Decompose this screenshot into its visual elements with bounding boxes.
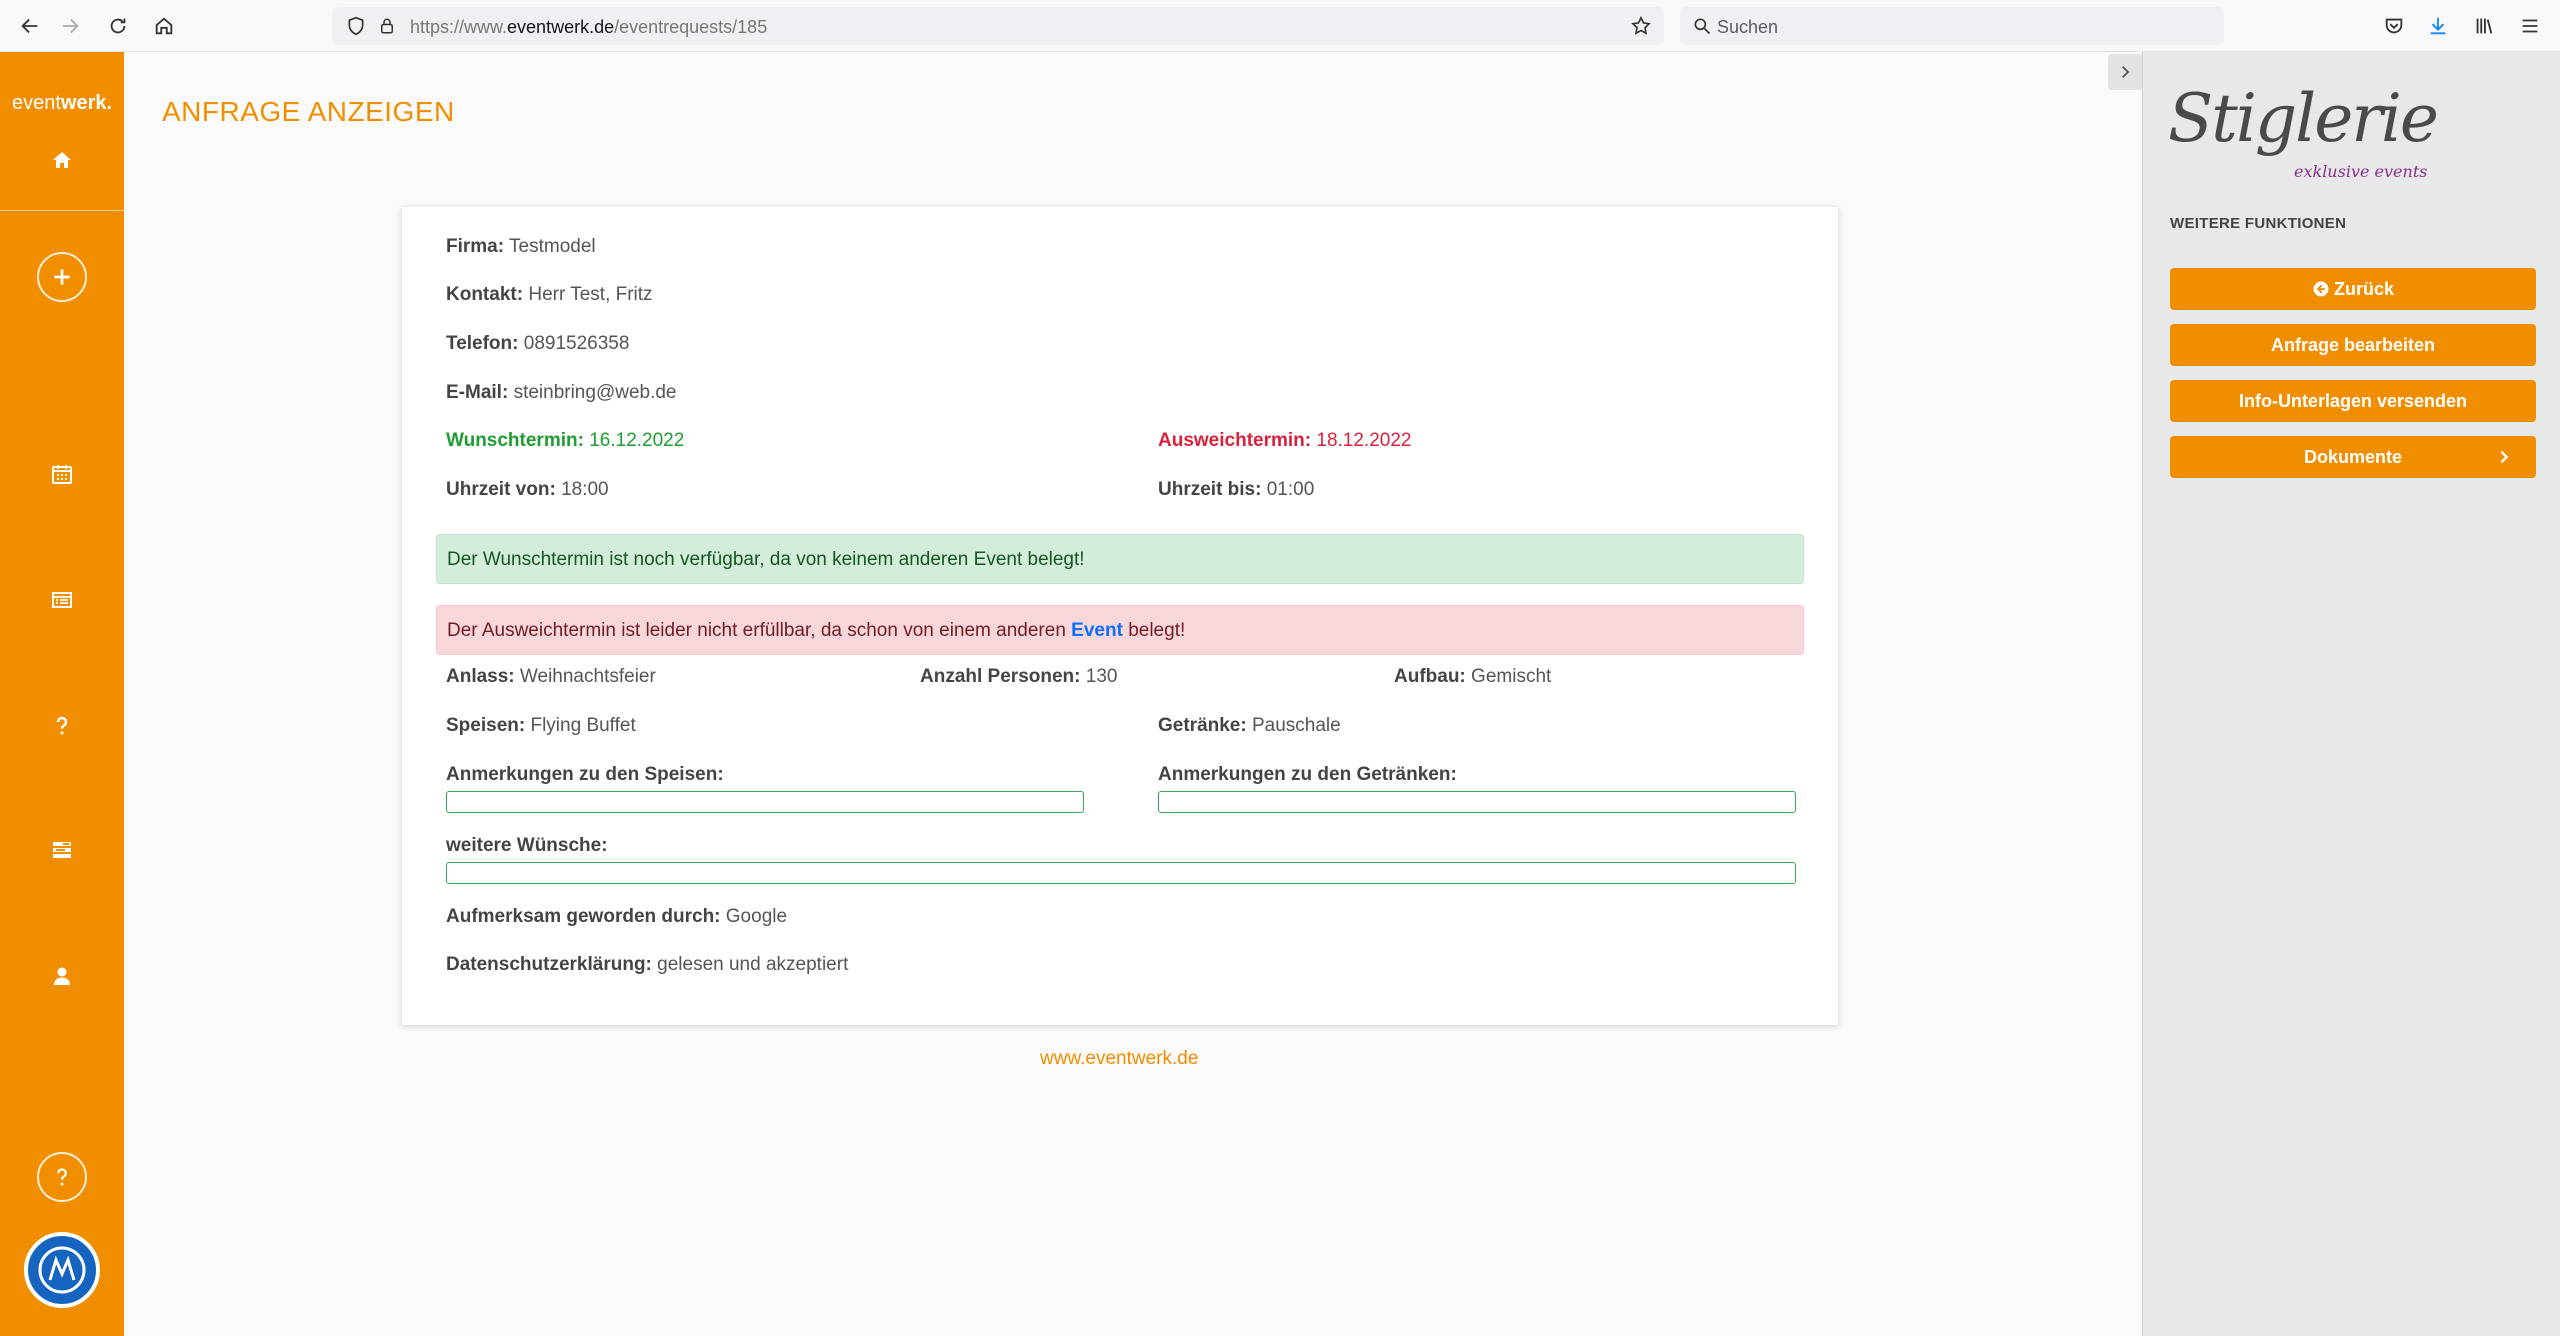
logo-subtitle: exklusive events <box>2294 162 2428 181</box>
field-aufbau: Aufbau: Gemischt <box>1394 666 1552 687</box>
back-button[interactable]: Zurück <box>2170 268 2536 310</box>
forward-arrow-icon[interactable] <box>56 12 84 40</box>
user-icon[interactable] <box>40 954 84 998</box>
back-arrow-icon[interactable] <box>16 12 44 40</box>
list-icon[interactable] <box>40 578 84 622</box>
search-icon <box>1694 18 1711 35</box>
help-icon[interactable] <box>40 704 84 748</box>
home-icon[interactable] <box>40 138 84 182</box>
field-wunschtermin: Wunschtermin: 16.12.2022 <box>446 430 685 451</box>
url-text[interactable]: https://www.eventwerk.de/eventrequests/1… <box>410 17 767 38</box>
field-speisen: Speisen: Flying Buffet <box>446 715 636 736</box>
add-icon[interactable] <box>37 252 87 302</box>
field-uhrzeit-bis: Uhrzeit bis: 01:00 <box>1158 479 1315 500</box>
label-anmerkungen-getraenke: Anmerkungen zu den Getränken: <box>1158 764 1457 785</box>
chevron-right-icon <box>2122 66 2130 78</box>
edit-request-button[interactable]: Anfrage bearbeiten <box>2170 324 2536 366</box>
field-email: E-Mail: steinbring@web.de <box>446 382 677 403</box>
field-kontakt: Kontakt: Herr Test, Fritz <box>446 284 653 305</box>
stiglerie-logo: Stiglerie exklusive events <box>2168 86 2439 186</box>
calendar-icon[interactable] <box>40 452 84 496</box>
label-weitere-wuensche: weitere Wünsche: <box>446 835 608 856</box>
page-title: ANFRAGE ANZEIGEN <box>162 96 455 127</box>
tasks-icon[interactable] <box>40 828 84 872</box>
field-telefon: Telefon: 0891526358 <box>446 333 630 354</box>
field-ausweichtermin: Ausweichtermin: 18.12.2022 <box>1158 430 1412 451</box>
logo-text: Stiglerie <box>2168 80 2439 157</box>
shield-icon[interactable] <box>346 16 366 36</box>
left-sidebar: eventwerk. <box>0 52 124 1336</box>
browser-toolbar: https://www.eventwerk.de/eventrequests/1… <box>0 0 2560 52</box>
field-anzahl-personen: Anzahl Personen: 130 <box>920 666 1118 687</box>
field-datenschutz: Datenschutzerklärung: gelesen und akzept… <box>446 954 849 975</box>
lock-icon[interactable] <box>378 16 396 36</box>
request-card: Firma: Testmodel Kontakt: Herr Test, Fri… <box>402 207 1838 1025</box>
search-placeholder: Suchen <box>1717 17 1779 37</box>
download-icon[interactable] <box>2424 12 2452 40</box>
brand-logo[interactable]: eventwerk. <box>0 92 124 115</box>
sidebar-divider <box>0 210 124 211</box>
pocket-icon[interactable] <box>2380 12 2408 40</box>
alert-unavailable: Der Ausweichtermin ist leider nicht erfü… <box>436 605 1804 655</box>
anmerkungen-speisen-field[interactable] <box>446 791 1084 813</box>
search-input[interactable]: Suchen <box>1680 7 2224 45</box>
home-page-icon[interactable] <box>150 12 178 40</box>
avatar[interactable] <box>24 1232 100 1308</box>
panel-heading: WEITERE FUNKTIONEN <box>2170 215 2347 232</box>
field-aufmerksam: Aufmerksam geworden durch: Google <box>446 906 788 927</box>
library-icon[interactable] <box>2470 12 2498 40</box>
reload-icon[interactable] <box>104 12 132 40</box>
help-circle-icon[interactable] <box>37 1152 87 1202</box>
anmerkungen-getraenke-field[interactable] <box>1158 791 1796 813</box>
field-getraenke: Getränke: Pauschale <box>1158 715 1341 736</box>
arrow-circle-left-icon <box>2313 281 2329 297</box>
field-anlass: Anlass: Weihnachtsfeier <box>446 666 656 687</box>
weitere-wuensche-field[interactable] <box>446 862 1796 884</box>
send-info-button[interactable]: Info-Unterlagen versenden <box>2170 380 2536 422</box>
collapse-panel-button[interactable] <box>2108 54 2142 90</box>
documents-button[interactable]: Dokumente <box>2170 436 2536 478</box>
alert-available: Der Wunschtermin ist noch verfügbar, da … <box>436 534 1804 584</box>
chevron-right-icon <box>2500 450 2509 464</box>
label-anmerkungen-speisen: Anmerkungen zu den Speisen: <box>446 764 724 785</box>
field-firma: Firma: Testmodel <box>446 236 596 257</box>
url-bar[interactable]: https://www.eventwerk.de/eventrequests/1… <box>332 7 1664 45</box>
bookmark-star-icon[interactable] <box>1630 15 1652 37</box>
field-uhrzeit-von: Uhrzeit von: 18:00 <box>446 479 609 500</box>
footer-link[interactable]: www.eventwerk.de <box>1040 1048 1198 1070</box>
menu-icon[interactable] <box>2516 12 2544 40</box>
right-panel <box>2142 52 2560 1336</box>
event-link[interactable]: Event <box>1071 620 1123 641</box>
